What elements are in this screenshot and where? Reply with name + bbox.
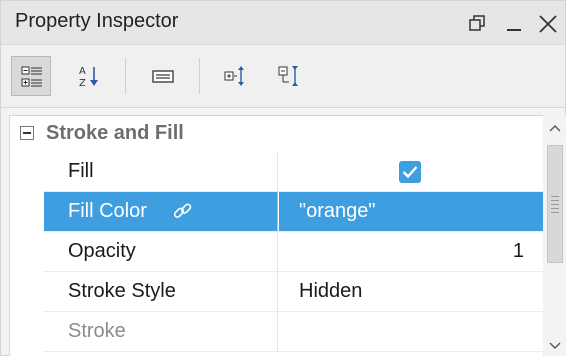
svg-text:A: A <box>79 66 86 77</box>
expand-all-button[interactable] <box>215 56 255 96</box>
collapse-all-icon <box>278 66 298 86</box>
vertical-scrollbar[interactable] <box>544 115 566 356</box>
property-name-cell: Fill <box>44 152 278 191</box>
property-name: Stroke <box>68 320 126 342</box>
property-value-cell[interactable]: "orange" <box>279 192 543 231</box>
property-pages-button[interactable] <box>143 56 183 96</box>
categorized-view-button[interactable] <box>11 56 51 96</box>
property-row-fill-color[interactable]: Fill Color "orange" <box>44 192 543 232</box>
property-name: Opacity <box>68 240 136 262</box>
property-name-cell: Stroke <box>44 312 278 351</box>
property-name-cell: Stroke Style <box>44 272 278 311</box>
property-grid: Stroke and Fill Fill Fill Color "orange"… <box>9 115 543 356</box>
toolbar-separator <box>125 58 126 94</box>
categorized-view-icon <box>21 66 42 87</box>
scroll-thumb[interactable] <box>547 145 563 263</box>
property-inspector-panel: Property Inspector A Z Stroke and Fill F… <box>0 0 566 356</box>
property-value: Hidden <box>299 280 363 302</box>
property-pages-icon <box>152 70 174 83</box>
title-bar: Property Inspector <box>1 1 565 45</box>
property-row-fill[interactable]: Fill <box>44 152 543 192</box>
collapse-all-button[interactable] <box>269 56 309 96</box>
property-value-cell[interactable]: 1 <box>279 232 543 271</box>
toolbar: A Z <box>1 46 565 108</box>
property-name-cell: Fill Color <box>44 192 278 231</box>
grip-line <box>551 204 559 205</box>
svg-text:Z: Z <box>79 78 86 88</box>
property-row-opacity[interactable]: Opacity 1 <box>44 232 543 272</box>
minimize-icon[interactable] <box>503 13 525 35</box>
close-icon[interactable] <box>537 13 559 35</box>
property-name-cell: Opacity <box>44 232 278 271</box>
fill-checkbox[interactable] <box>399 161 421 183</box>
property-row-stroke-style[interactable]: Stroke Style Hidden <box>44 272 543 312</box>
category-row[interactable]: Stroke and Fill <box>10 116 543 152</box>
grip-line <box>551 208 559 209</box>
property-row-stroke[interactable]: Stroke <box>44 312 543 352</box>
property-value-cell[interactable] <box>279 152 543 191</box>
grip-line <box>551 196 559 197</box>
property-value-cell[interactable] <box>279 312 543 351</box>
sort-alphabetical-icon: A Z <box>79 66 98 88</box>
scroll-up-icon[interactable] <box>547 121 563 137</box>
expand-all-icon <box>224 66 244 86</box>
sort-alphabetical-button[interactable]: A Z <box>69 56 109 96</box>
link-icon[interactable] <box>172 202 194 222</box>
property-value: "orange" <box>299 200 376 222</box>
property-name: Fill <box>68 160 94 182</box>
restore-icon[interactable] <box>467 13 489 35</box>
collapse-category-icon[interactable] <box>20 126 34 140</box>
scroll-down-icon[interactable] <box>547 337 563 353</box>
checkmark-icon <box>402 166 418 179</box>
grip-line <box>551 212 559 213</box>
grip-line <box>551 200 559 201</box>
property-value-cell[interactable]: Hidden <box>279 272 543 311</box>
property-value: 1 <box>512 240 524 262</box>
window-title: Property Inspector <box>15 10 179 32</box>
toolbar-separator <box>199 58 200 94</box>
property-name: Stroke Style <box>68 280 176 302</box>
category-label: Stroke and Fill <box>46 122 184 144</box>
property-name: Fill Color <box>68 200 147 222</box>
